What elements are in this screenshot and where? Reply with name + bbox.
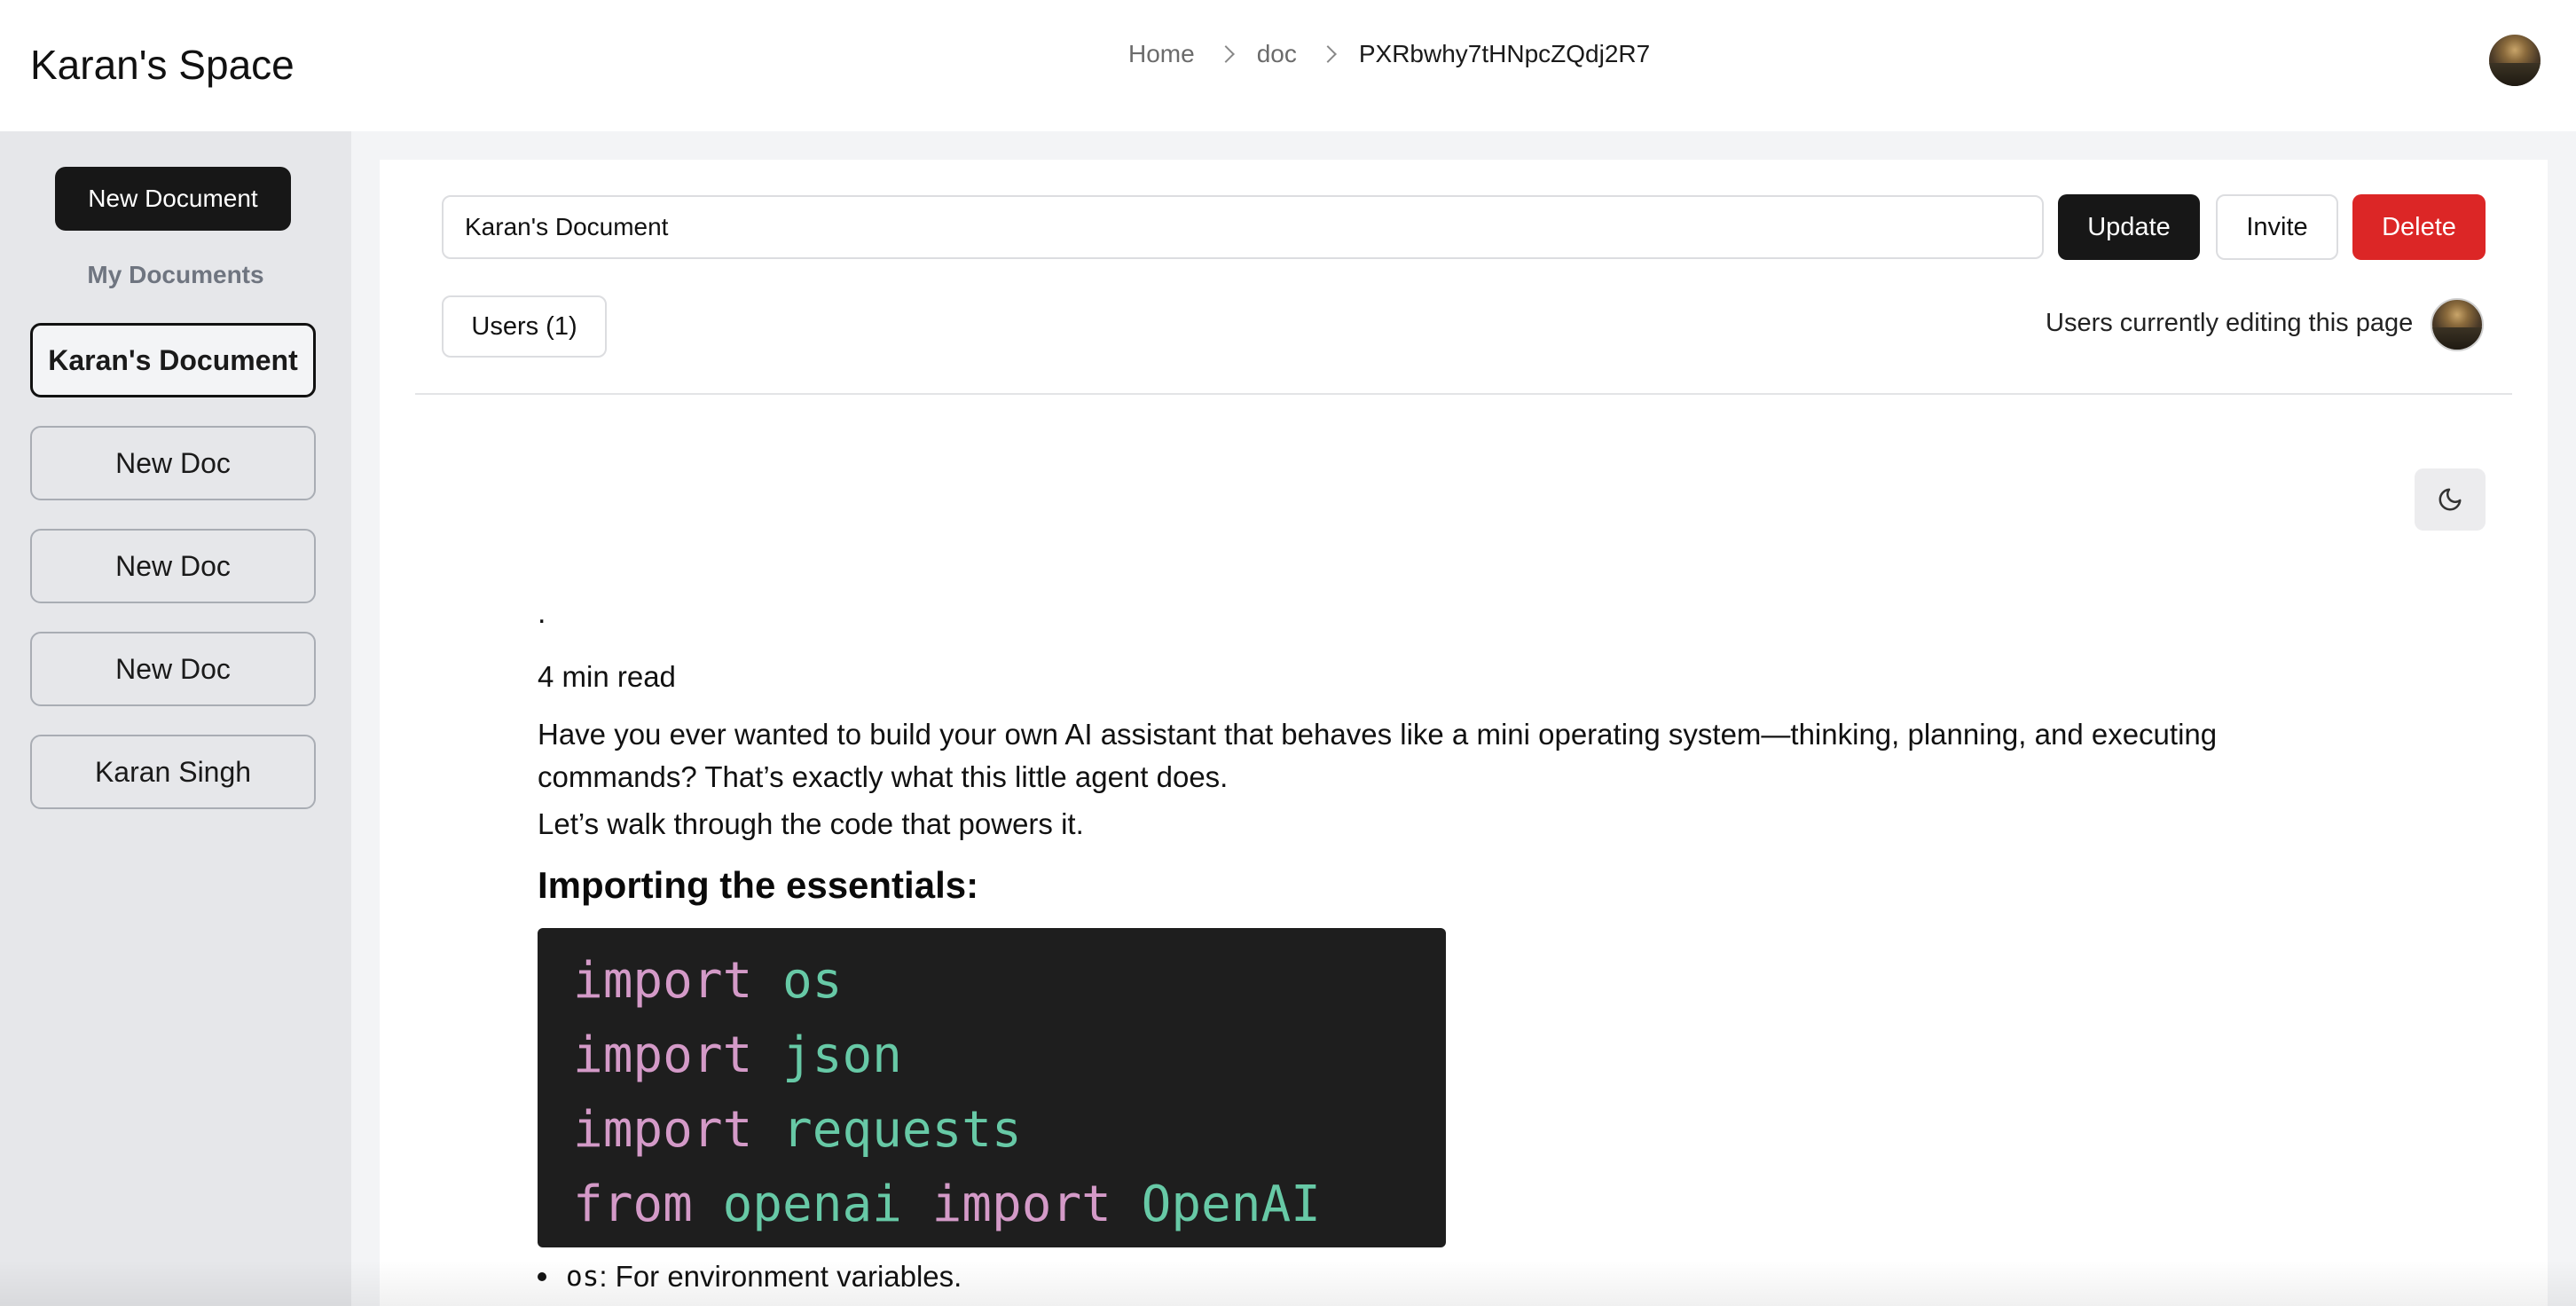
delete-button[interactable]: Delete <box>2352 194 2486 260</box>
theme-toggle-button[interactable] <box>2415 468 2486 531</box>
code-line: import requests <box>573 1093 1446 1168</box>
new-document-button[interactable]: New Document <box>55 167 291 231</box>
toolbar-divider <box>415 393 2512 395</box>
sidebar-item-document[interactable]: New Doc <box>30 426 316 500</box>
bullet-marker <box>538 1272 546 1281</box>
code-identifier: openai <box>722 1176 902 1233</box>
code-identifier: os <box>782 952 843 1010</box>
code-keyword: from <box>573 1176 693 1233</box>
users-button[interactable]: Users (1) <box>442 295 607 358</box>
user-avatar[interactable] <box>2489 35 2541 86</box>
breadcrumb: Home doc PXRbwhy7tHNpcZQdj2R7 <box>1128 34 1650 75</box>
brand-title[interactable]: Karan's Space <box>30 35 295 94</box>
sidebar: New Document My Documents Karan's Docume… <box>0 131 351 1306</box>
article-paragraph: Let’s walk through the code that powers … <box>538 807 1084 840</box>
chevron-right-icon <box>1318 45 1337 63</box>
breadcrumb-doc[interactable]: doc <box>1257 40 1297 68</box>
article-dot: . <box>538 596 546 630</box>
sidebar-item-document[interactable]: Karan's Document <box>30 323 316 397</box>
document-title-input[interactable] <box>442 195 2044 259</box>
list-item: os : For environment variables. <box>538 1260 962 1294</box>
read-time: 4 min read <box>538 660 676 693</box>
code-keyword: import <box>573 1101 753 1159</box>
sidebar-item-document[interactable]: New Doc <box>30 632 316 706</box>
inline-code: os <box>566 1261 600 1293</box>
code-identifier: json <box>782 1027 902 1084</box>
editing-user-avatar[interactable] <box>2431 298 2484 351</box>
sidebar-item-document[interactable]: New Doc <box>30 529 316 603</box>
code-block: import os import json import requests fr… <box>538 928 1446 1247</box>
code-identifier: OpenAI <box>1141 1176 1321 1233</box>
update-button[interactable]: Update <box>2058 194 2200 260</box>
code-keyword: import <box>573 952 753 1010</box>
breadcrumb-current: PXRbwhy7tHNpcZQdj2R7 <box>1358 40 1651 67</box>
code-line: import json <box>573 1019 1446 1093</box>
editing-users-label: Users currently editing this page <box>2046 309 2414 337</box>
sidebar-item-document[interactable]: Karan Singh <box>30 735 316 809</box>
top-header: Karan's Space Home doc PXRbwhy7tHNpcZQdj… <box>0 0 2576 131</box>
document-list: Karan's Document New Doc New Doc New Doc… <box>30 323 316 838</box>
moon-icon <box>2439 488 2462 511</box>
code-line: import os <box>573 944 1446 1019</box>
code-line: from openai import OpenAI <box>573 1168 1446 1242</box>
article-paragraph: Have you ever wanted to build your own A… <box>538 718 2218 793</box>
invite-button[interactable]: Invite <box>2216 194 2338 260</box>
my-documents-heading: My Documents <box>87 261 264 288</box>
chevron-right-icon <box>1216 45 1235 63</box>
article-heading: Importing the essentials: <box>538 864 979 906</box>
code-identifier: requests <box>782 1101 1022 1159</box>
breadcrumb-home[interactable]: Home <box>1128 40 1195 68</box>
code-keyword: import <box>573 1027 753 1084</box>
list-item-text: : For environment variables. <box>599 1260 962 1293</box>
code-keyword: import <box>931 1176 1111 1233</box>
